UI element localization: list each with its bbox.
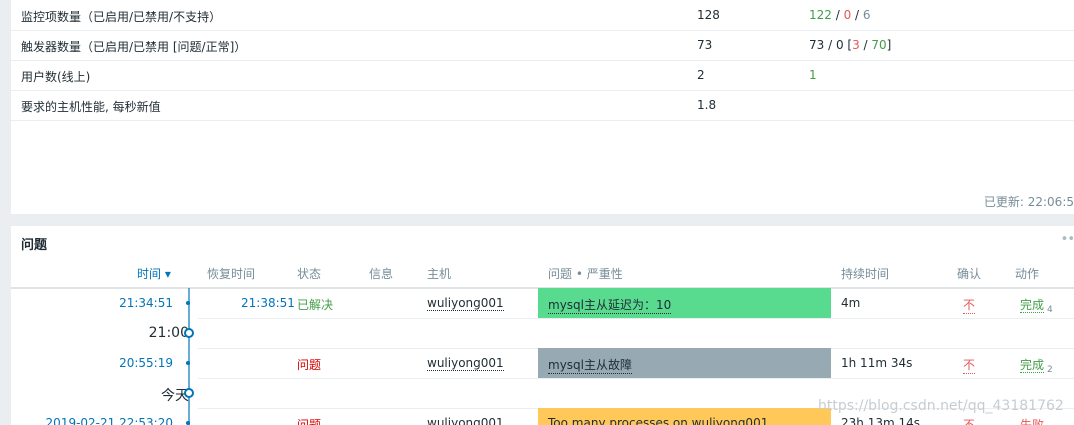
status-value: 1.8 — [697, 98, 717, 112]
widget-menu-icon[interactable]: •• — [1061, 232, 1074, 247]
status-value: 73 — [697, 38, 713, 52]
status-detail-part: 6 — [862, 8, 871, 22]
status-detail-part: / — [831, 8, 844, 22]
problem-name[interactable]: Too many processes on wuliyong001 — [548, 416, 768, 425]
problem-status: 问题 — [297, 358, 322, 372]
problem-time[interactable]: 20:55:19 — [119, 356, 173, 370]
problem-duration: 1h 11m 34s — [841, 356, 913, 370]
status-card: 监控项数量（已启用/已禁用/不支持） 128 122 / 0 / 6 触发器数量（已启… — [11, 0, 1074, 214]
problem-duration: 4m — [841, 296, 861, 310]
timeline-dot-icon — [186, 361, 190, 365]
col-recovery-header: 恢复时间 — [207, 267, 256, 281]
col-host-header[interactable]: 主机 — [427, 265, 451, 282]
col-actions-header: 动作 — [1015, 267, 1040, 281]
status-detail-part: 122 — [809, 8, 832, 22]
status-detail-part: 3 — [852, 38, 860, 52]
problem-severity-cell: mysql主从故障 — [538, 348, 831, 378]
status-row: 用户数(线上) 2 1 — [11, 60, 1074, 91]
action-status[interactable]: 失败 — [1020, 418, 1045, 425]
last-updated: 已更新: 22:06:5 — [983, 195, 1074, 209]
status-detail: 73 / 0 [3 / 70] — [809, 38, 891, 52]
status-value: 128 — [697, 8, 720, 22]
status-label: 要求的主机性能, 每秒新值 — [21, 100, 161, 114]
actions-cell[interactable]: 完成 2 — [1020, 356, 1053, 375]
problem-host[interactable]: wuliyong001 — [427, 416, 504, 425]
actions-cell[interactable]: 失败1 — [1020, 416, 1053, 425]
problem-name[interactable]: mysql主从延迟为：10 — [548, 296, 672, 314]
problem-row: 问题 wuliyong001 1h 11m 34s mysql主从故障 不 完成 2 — [198, 348, 1074, 379]
problems-widget: 问题 •• 时间 ▾ 恢复时间 状态 信息 主机 问题 • 严重性 持续时间 确… — [11, 226, 1074, 425]
status-detail: 122 / 0 / 6 — [809, 8, 871, 22]
col-duration-header: 持续时间 — [841, 267, 890, 281]
problem-host[interactable]: wuliyong001 — [427, 296, 504, 311]
status-detail-part: 70 — [871, 38, 887, 52]
problem-severity-cell: mysql主从延迟为：10 — [538, 288, 831, 318]
separator-row — [198, 318, 1074, 349]
col-time-header[interactable]: 时间 ▾ — [137, 265, 171, 282]
status-detail-part: ] — [886, 38, 892, 52]
problem-row: 21:38:51 已解决 wuliyong001 4m mysql主从延迟为：10 不 完成… — [198, 288, 1074, 319]
problem-host[interactable]: wuliyong001 — [427, 356, 504, 371]
timeline-marker-icon — [184, 328, 194, 338]
problem-status: 问题 — [297, 418, 322, 425]
status-detail-part: / — [859, 38, 872, 52]
action-count: 4 — [1047, 305, 1053, 316]
action-status[interactable]: 完成 — [1020, 298, 1045, 313]
problem-duration: 23h 13m 14s — [841, 416, 920, 425]
status-row: 要求的主机性能, 每秒新值 1.8 — [11, 90, 1074, 121]
status-detail-part: 73 / 0 [ — [809, 38, 853, 52]
status-row: 监控项数量（已启用/已禁用/不支持） 128 122 / 0 / 6 — [11, 0, 1074, 31]
watermark: https://blog.csdn.net/qq_43181762 — [818, 398, 1064, 414]
col-ack-header: 确认 — [957, 267, 982, 281]
action-count: 2 — [1047, 365, 1053, 376]
status-label: 触发器数量（已启用/已禁用 [问题/正常]） — [21, 40, 247, 54]
status-detail-part: / — [851, 8, 863, 22]
action-status[interactable]: 完成 — [1020, 358, 1045, 373]
status-label: 用户数(线上) — [21, 70, 91, 84]
acknowledge-link[interactable]: 不 — [963, 416, 975, 425]
widget-title: 问题 — [21, 238, 48, 253]
timeline-marker-icon — [184, 388, 194, 398]
problem-name[interactable]: mysql主从故障 — [548, 356, 632, 374]
status-row: 触发器数量（已启用/已禁用 [问题/正常]） 73 73 / 0 [3 / 70] — [11, 30, 1074, 61]
status-label: 监控项数量（已启用/已禁用/不支持） — [21, 10, 222, 24]
problem-time[interactable]: 21:34:51 — [119, 296, 173, 310]
col-problem-header[interactable]: 问题 • 严重性 — [548, 265, 623, 282]
status-detail-part: 1 — [809, 68, 817, 82]
timeline-dot-icon — [186, 421, 190, 425]
problem-status: 已解决 — [297, 298, 334, 312]
status-value: 2 — [697, 68, 705, 82]
problem-time[interactable]: 2019-02-21 22:53:20 — [46, 416, 173, 425]
timeline-dot-icon — [186, 301, 190, 305]
status-detail: 1 — [809, 68, 817, 82]
actions-cell[interactable]: 完成 4 — [1020, 296, 1053, 315]
col-info-header: 信息 — [369, 267, 394, 281]
problem-recovery-time: 21:38:51 — [241, 296, 295, 310]
acknowledge-link[interactable]: 不 — [963, 356, 976, 374]
acknowledge-link[interactable]: 不 — [963, 296, 976, 314]
col-status-header: 状态 — [297, 267, 322, 281]
problem-severity-cell: Too many processes on wuliyong001 — [538, 408, 831, 425]
timeline-separator: 21:00 — [148, 325, 189, 341]
